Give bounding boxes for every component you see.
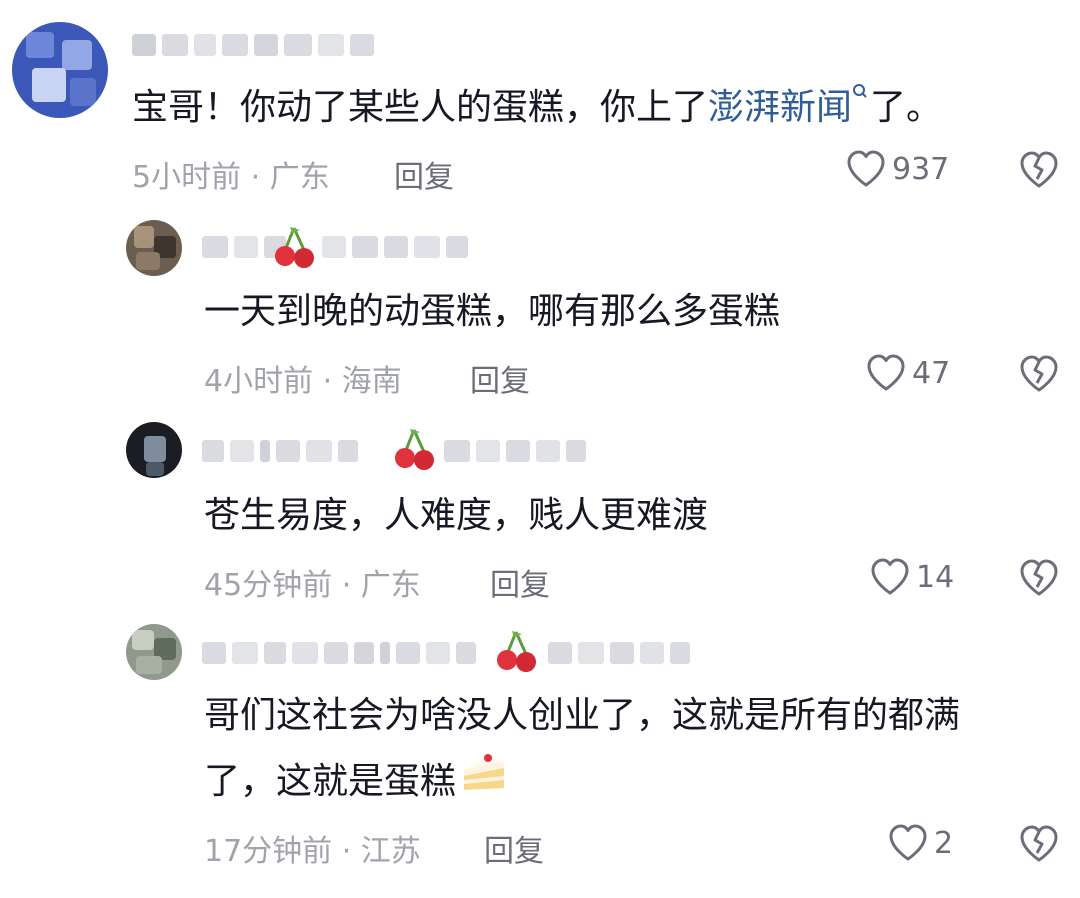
cherry-icon bbox=[494, 628, 540, 678]
avatar[interactable] bbox=[126, 220, 182, 276]
dislike-button[interactable] bbox=[1018, 151, 1060, 193]
heart-outline-icon bbox=[867, 354, 905, 391]
reply-item: 一天到晚的动蛋糕，哪有那么多蛋糕 4小时前 · 海南 回复 47 bbox=[0, 200, 1080, 410]
cherry-icon bbox=[272, 224, 318, 274]
broken-heart-icon bbox=[1020, 355, 1058, 392]
comment-text: 宝哥！你动了某些人的蛋糕，你上了澎湃新闻 了。 bbox=[132, 76, 942, 144]
reply-button[interactable]: 回复 bbox=[490, 560, 550, 604]
reply-item: 哥们这社会为啥没人创业了，这就是所有的都满 了，这就是蛋糕 17分钟前 · 江苏… bbox=[0, 616, 1080, 898]
comment-item: 宝哥！你动了某些人的蛋糕，你上了澎湃新闻 了。 5小时前 · 广东 回复 937 bbox=[0, 0, 1080, 200]
reply-button[interactable]: 回复 bbox=[394, 152, 454, 196]
heart-outline-icon bbox=[871, 558, 909, 595]
comment-time-location: 4小时前 · 海南 bbox=[204, 364, 402, 399]
broken-heart-icon bbox=[1020, 825, 1058, 862]
like-button[interactable]: 14 bbox=[870, 558, 954, 596]
like-button[interactable]: 47 bbox=[866, 354, 950, 392]
like-count: 2 bbox=[934, 825, 954, 861]
broken-heart-icon bbox=[1020, 151, 1058, 188]
comment-time-location: 17分钟前 · 江苏 bbox=[204, 834, 421, 869]
reply-button[interactable]: 回复 bbox=[484, 826, 544, 870]
dislike-button[interactable] bbox=[1018, 825, 1060, 867]
username-blurred[interactable] bbox=[444, 440, 586, 462]
reply-item: 苍生易度，人难度，贱人更难渡 45分钟前 · 广东 回复 14 bbox=[0, 410, 1080, 616]
like-count: 14 bbox=[916, 559, 955, 595]
like-button[interactable]: 2 bbox=[888, 824, 953, 862]
username-blurred[interactable] bbox=[548, 642, 690, 664]
username-blurred[interactable] bbox=[322, 236, 468, 258]
search-icon[interactable] bbox=[852, 84, 868, 108]
dislike-button[interactable] bbox=[1018, 559, 1060, 601]
dislike-button[interactable] bbox=[1018, 355, 1060, 397]
avatar[interactable] bbox=[126, 422, 182, 478]
like-count: 937 bbox=[892, 151, 950, 187]
broken-heart-icon bbox=[1020, 559, 1058, 596]
comment-text: 一天到晚的动蛋糕，哪有那么多蛋糕 bbox=[204, 291, 781, 332]
comment-text-line-2: 了，这就是蛋糕 bbox=[204, 750, 508, 815]
comment-text: 苍生易度，人难度，贱人更难渡 bbox=[204, 495, 709, 536]
cake-emoji bbox=[460, 751, 508, 815]
username-blurred[interactable] bbox=[202, 642, 476, 664]
search-link[interactable]: 澎湃新闻 bbox=[708, 87, 852, 128]
cherry-icon bbox=[392, 426, 438, 476]
reply-button[interactable]: 回复 bbox=[470, 356, 530, 400]
comment-time-location: 45分钟前 · 广东 bbox=[204, 568, 421, 603]
comment-text-line-1: 哥们这社会为啥没人创业了，这就是所有的都满 bbox=[204, 695, 961, 736]
like-count: 47 bbox=[912, 355, 951, 391]
avatar[interactable] bbox=[126, 624, 182, 680]
like-button[interactable]: 937 bbox=[846, 150, 949, 188]
heart-outline-icon bbox=[889, 824, 927, 861]
avatar[interactable] bbox=[12, 22, 108, 118]
username-blurred[interactable] bbox=[202, 440, 358, 462]
heart-outline-icon bbox=[847, 150, 885, 187]
comment-time-location: 5小时前 · 广东 bbox=[132, 160, 330, 195]
username-blurred[interactable] bbox=[132, 34, 374, 56]
